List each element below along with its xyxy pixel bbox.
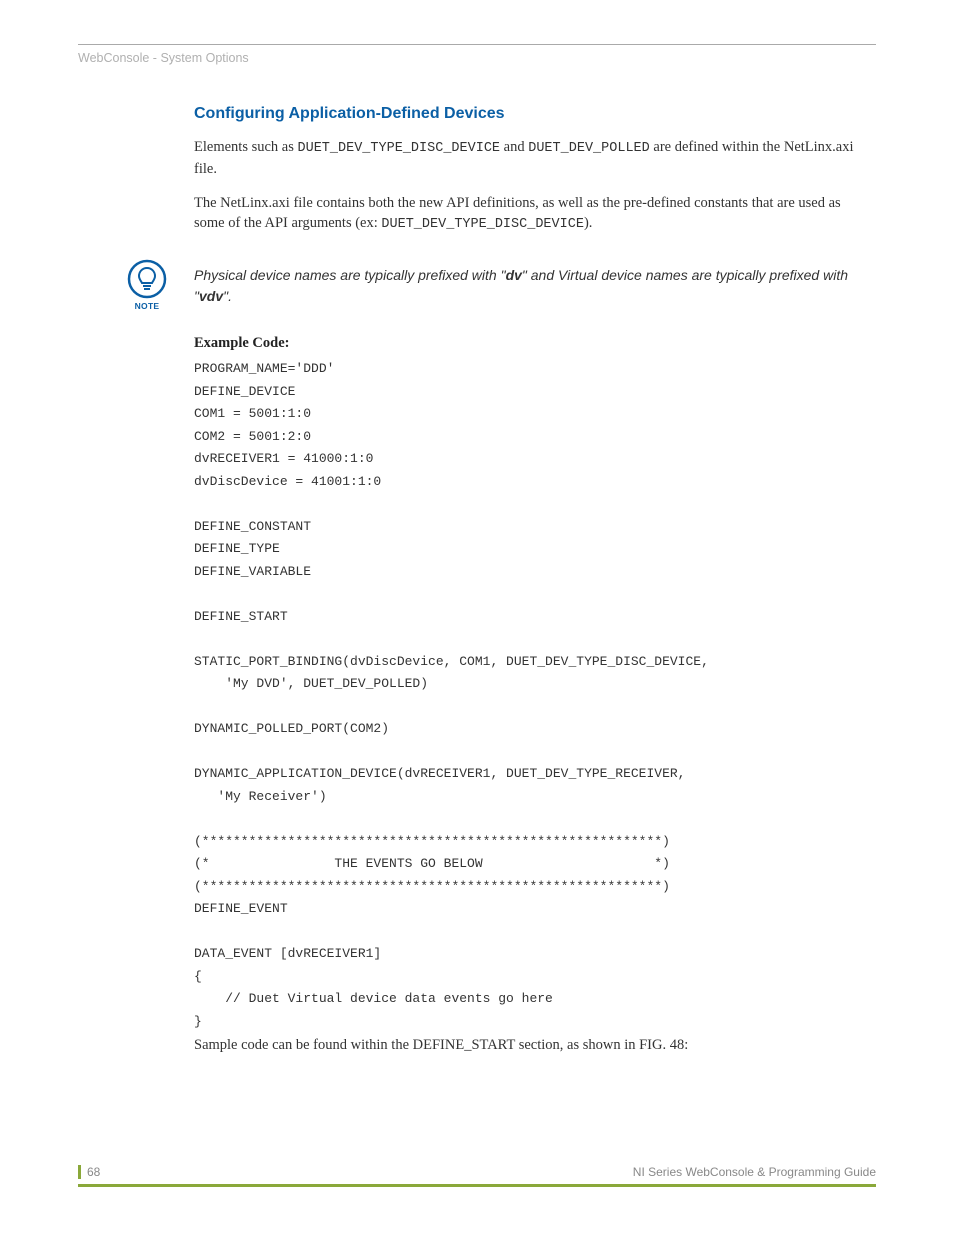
footer-bottom-rule bbox=[78, 1184, 876, 1187]
page-number: 68 bbox=[87, 1165, 100, 1179]
text: Elements such as bbox=[194, 139, 298, 155]
text: and bbox=[500, 139, 528, 155]
lightbulb-icon bbox=[127, 259, 167, 299]
text: Physical device names are typically pref… bbox=[194, 267, 506, 283]
footer-accent-bar bbox=[78, 1165, 81, 1179]
code-inline: DUET_DEV_TYPE_DISC_DEVICE bbox=[381, 217, 584, 232]
closing-paragraph: Sample code can be found within the DEFI… bbox=[194, 1037, 864, 1054]
paragraph-1: Elements such as DUET_DEV_TYPE_DISC_DEVI… bbox=[194, 137, 864, 179]
text-bold: vdv bbox=[199, 288, 223, 304]
footer-left: 68 bbox=[78, 1165, 100, 1179]
note-icon-wrap: NOTE bbox=[120, 259, 174, 311]
breadcrumb: WebConsole - System Options bbox=[78, 51, 876, 65]
note-label: NOTE bbox=[135, 301, 160, 311]
top-rule bbox=[78, 44, 876, 45]
text: ". bbox=[223, 288, 232, 304]
code-inline: DUET_DEV_TYPE_DISC_DEVICE bbox=[298, 141, 501, 156]
text-bold: dv bbox=[506, 267, 522, 283]
note-callout: NOTE Physical device names are typically… bbox=[120, 259, 864, 311]
note-text: Physical device names are typically pref… bbox=[194, 259, 864, 306]
text: ). bbox=[584, 215, 592, 231]
code-inline: DUET_DEV_POLLED bbox=[528, 141, 650, 156]
code-block: PROGRAM_NAME='DDD' DEFINE_DEVICE COM1 = … bbox=[194, 358, 864, 1033]
section-heading: Configuring Application-Defined Devices bbox=[194, 105, 864, 123]
example-code-heading: Example Code: bbox=[194, 335, 864, 352]
paragraph-2: The NetLinx.axi file contains both the n… bbox=[194, 193, 864, 235]
footer-title: NI Series WebConsole & Programming Guide bbox=[633, 1165, 876, 1179]
page-footer: 68 NI Series WebConsole & Programming Gu… bbox=[78, 1165, 876, 1179]
